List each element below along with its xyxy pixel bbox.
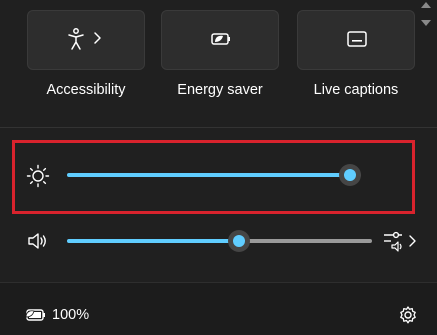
chevron-right-icon <box>409 235 416 247</box>
live-captions-label: Live captions <box>313 82 399 98</box>
quick-settings-panel: Accessibility Energy saver Live captions <box>0 0 437 335</box>
energy-saver-tile[interactable] <box>161 10 279 70</box>
live-captions-tile[interactable] <box>297 10 415 70</box>
battery-status[interactable]: 100% <box>24 305 114 327</box>
accessibility-label: Accessibility <box>46 82 126 98</box>
battery-icon <box>25 309 45 321</box>
volume-slider[interactable] <box>67 230 372 252</box>
volume-track-fill <box>67 239 239 243</box>
highlight-box <box>12 140 415 214</box>
accessibility-tile[interactable] <box>27 10 145 70</box>
scroll-up-arrow-icon[interactable] <box>421 2 431 8</box>
scroll-down-arrow-icon[interactable] <box>421 20 431 26</box>
speaker-icon[interactable] <box>26 230 48 252</box>
volume-slider-thumb[interactable] <box>228 230 250 252</box>
volume-track <box>239 239 372 243</box>
gear-icon[interactable] <box>398 305 418 325</box>
manage-audio-devices-button[interactable] <box>382 229 422 253</box>
live-captions-icon <box>347 31 367 47</box>
accessibility-icon <box>68 28 101 50</box>
quick-settings-footer: 100% <box>0 282 437 335</box>
chevron-right-icon <box>94 32 101 44</box>
energy-saver-label: Energy saver <box>177 82 263 98</box>
energy-saver-icon <box>211 33 230 45</box>
battery-percentage: 100% <box>52 307 90 323</box>
section-divider <box>0 127 437 128</box>
